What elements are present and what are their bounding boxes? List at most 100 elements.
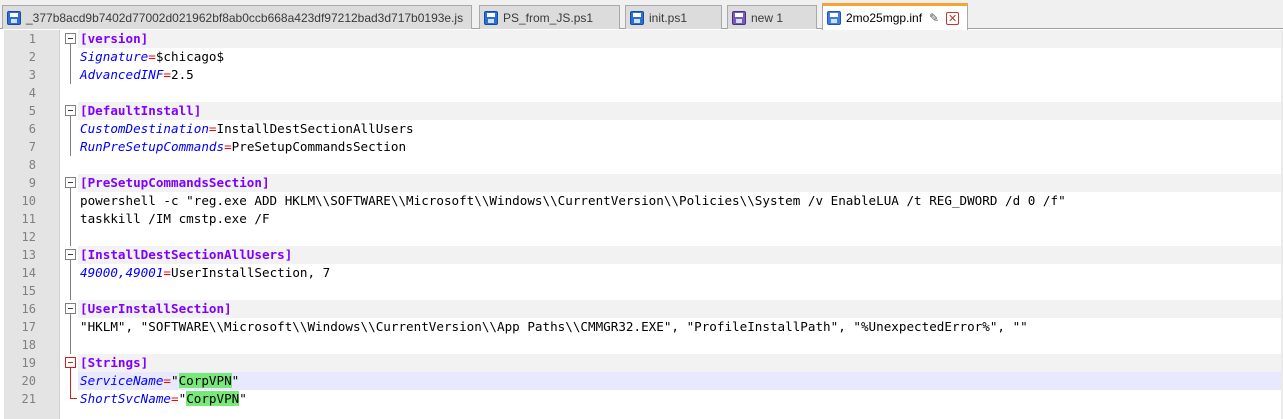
ini-operator: = <box>163 265 171 280</box>
line-number: 1 <box>28 32 36 46</box>
section-header: [version] <box>80 31 149 46</box>
ini-operator: = <box>224 139 232 154</box>
tab-label: new 1 <box>751 10 784 25</box>
line-number: 4 <box>28 86 36 100</box>
ini-operator: = <box>171 391 179 406</box>
quote-mark: " <box>231 373 240 388</box>
line-number: 2 <box>28 50 36 64</box>
line-number: 20 <box>21 374 36 388</box>
pin-icon[interactable]: ✎ <box>929 12 939 24</box>
section-header: [InstallDestSectionAllUsers] <box>80 247 293 262</box>
search-highlight: CorpVPN <box>178 373 232 388</box>
save-icon-unsaved <box>732 10 746 25</box>
code-line: 8 <box>0 156 1283 174</box>
line-number: 15 <box>21 284 36 298</box>
tab-label: init.ps1 <box>649 10 688 25</box>
fold-end-marker <box>70 390 77 399</box>
line-number: 12 <box>21 230 36 244</box>
code-line: 11 taskkill /IM cmstp.exe /F <box>0 210 1283 228</box>
line-number: 10 <box>21 194 36 208</box>
ini-key: AdvancedINF <box>80 67 164 82</box>
fold-toggle-icon[interactable] <box>65 357 76 368</box>
fold-toggle-icon[interactable] <box>65 177 76 188</box>
ini-value: InstallDestSectionAllUsers <box>216 121 414 136</box>
save-icon <box>827 11 841 25</box>
code-line: 12 <box>0 228 1283 246</box>
ini-operator: = <box>148 49 156 64</box>
section-header: [PreSetupCommandsSection] <box>80 175 270 190</box>
section-header: [Strings] <box>80 355 149 370</box>
ini-key: Signature <box>80 49 149 64</box>
code-line-current: 20 ServiceName="CorpVPN" <box>0 372 1283 390</box>
code-line: 1 [version] <box>0 30 1283 48</box>
code-line: 21 ShortSvcName="CorpVPN" <box>0 390 1283 408</box>
tab-label: _377b8acd9b7402d77002d021962bf8ab0ccb668… <box>26 10 464 25</box>
code-line: 2 Signature=$chicago$ <box>0 48 1283 66</box>
quote-mark: " <box>171 373 179 388</box>
close-icon[interactable]: ✕ <box>946 11 960 25</box>
fold-toggle-icon[interactable] <box>65 249 76 260</box>
line-number: 17 <box>21 320 36 334</box>
code-line: 19 [Strings] <box>0 354 1283 372</box>
code-line: 10 powershell -c "reg.exe ADD HKLM\\SOFT… <box>0 192 1283 210</box>
code-text: "HKLM", "SOFTWARE\\Microsoft\\Windows\\C… <box>80 319 1028 334</box>
line-number: 3 <box>28 68 36 82</box>
code-line: 6 CustomDestination=InstallDestSectionAl… <box>0 120 1283 138</box>
line-number: 18 <box>21 338 36 352</box>
tab-label: PS_from_JS.ps1 <box>503 10 594 25</box>
line-number: 21 <box>21 392 36 406</box>
save-icon <box>484 10 498 25</box>
ini-operator: = <box>163 67 171 82</box>
tab-ps-from-js[interactable]: PS_from_JS.ps1 <box>479 5 620 29</box>
tab-bar: _377b8acd9b7402d77002d021962bf8ab0ccb668… <box>0 0 1283 30</box>
ini-key: RunPreSetupCommands <box>80 139 225 154</box>
tab-init-ps1[interactable]: init.ps1 <box>625 5 722 29</box>
line-number: 19 <box>21 356 36 370</box>
section-header: [UserInstallSection] <box>80 301 232 316</box>
ini-operator: = <box>163 373 171 388</box>
ini-value: $chicago$ <box>155 49 225 64</box>
ini-operator: = <box>208 121 217 136</box>
section-header: [DefaultInstall] <box>80 103 202 118</box>
line-number: 13 <box>21 248 36 262</box>
code-line: 16 [UserInstallSection] <box>0 300 1283 318</box>
code-line: 3 AdvancedINF=2.5 <box>0 66 1283 84</box>
code-line: 7 RunPreSetupCommands=PreSetupCommandsSe… <box>0 138 1283 156</box>
quote-mark: " <box>239 391 247 406</box>
tab-new-1[interactable]: new 1 <box>727 5 817 29</box>
line-number: 5 <box>28 104 36 118</box>
save-icon <box>7 10 21 25</box>
code-text: powershell -c "reg.exe ADD HKLM\\SOFTWAR… <box>80 193 1066 208</box>
fold-toggle-icon[interactable] <box>65 105 76 116</box>
ini-value: 2.5 <box>171 67 194 82</box>
code-line: 17 "HKLM", "SOFTWARE\\Microsoft\\Windows… <box>0 318 1283 336</box>
code-line: 9 [PreSetupCommandsSection] <box>0 174 1283 192</box>
code-line: 15 <box>0 282 1283 300</box>
fold-toggle-icon[interactable] <box>65 33 76 44</box>
line-number: 6 <box>28 122 36 136</box>
fold-toggle-icon[interactable] <box>65 303 76 314</box>
code-line: 5 [DefaultInstall] <box>0 102 1283 120</box>
tab-label: 2mo25mgp.inf <box>846 11 923 25</box>
save-icon <box>630 10 644 25</box>
line-number: 14 <box>21 266 36 280</box>
ini-key: ServiceName <box>80 373 164 388</box>
ini-value: UserInstallSection, 7 <box>171 265 331 280</box>
code-line: 4 <box>0 84 1283 102</box>
line-number: 11 <box>21 212 36 226</box>
line-number: 7 <box>28 140 36 154</box>
tab-2mo25mgp-inf[interactable]: 2mo25mgp.inf ✎ ✕ <box>822 3 968 30</box>
line-number: 8 <box>28 158 36 172</box>
ini-key: ShortSvcName <box>80 391 171 406</box>
ini-key: CustomDestination <box>80 121 209 136</box>
ini-key: 49000,49001 <box>80 265 164 280</box>
ini-value: PreSetupCommandsSection <box>231 139 407 154</box>
code-line: 18 <box>0 336 1283 354</box>
tab-js-file[interactable]: _377b8acd9b7402d77002d021962bf8ab0ccb668… <box>2 5 472 29</box>
code-text: taskkill /IM cmstp.exe /F <box>80 211 270 226</box>
code-line: 13 [InstallDestSectionAllUsers] <box>0 246 1283 264</box>
search-highlight: CorpVPN <box>186 391 240 406</box>
code-editor[interactable]: 1 [version] 2 Signature=$chicago$ 3 Adva… <box>0 30 1283 419</box>
line-number: 9 <box>28 176 36 190</box>
line-number: 16 <box>21 302 36 316</box>
